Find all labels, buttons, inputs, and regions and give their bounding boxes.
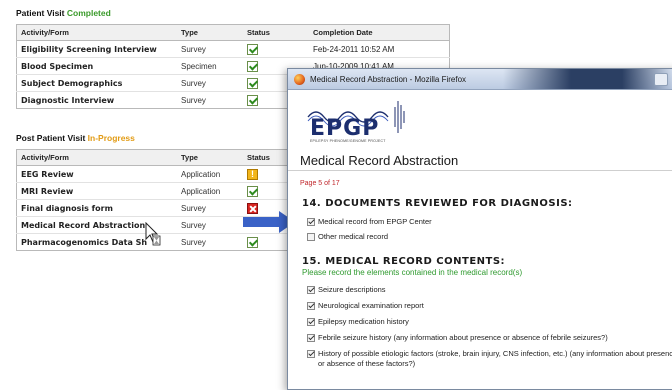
checkbox-label: Febrile seizure history (any information… (318, 333, 608, 342)
status-cell (243, 233, 288, 251)
complete-check-icon (247, 77, 258, 89)
page-title: Medical Record Abstraction (300, 153, 459, 168)
activity-name[interactable]: MRI Review (16, 182, 177, 200)
window-titlebar[interactable]: Medical Record Abstraction - Mozilla Fir… (288, 69, 672, 90)
column-header: Type (177, 24, 243, 41)
status-cell (243, 165, 288, 183)
column-header: Activity/Form (16, 149, 177, 166)
checkbox-option[interactable]: Seizure descriptions (307, 285, 672, 295)
busy-cursor-icon (145, 222, 161, 246)
checkbox-option[interactable]: Medical record from EPGP Center (307, 217, 672, 227)
complete-check-icon (247, 60, 258, 72)
minimize-button[interactable] (654, 73, 668, 86)
activity-name[interactable]: Subject Demographics (16, 74, 177, 92)
column-header: Status (243, 24, 309, 41)
complete-check-icon (247, 94, 258, 106)
checkbox[interactable] (307, 233, 315, 241)
post-patient-visit-title: Post Patient Visit In-Progress (16, 133, 135, 143)
checkbox-option[interactable]: Neurological examination report (307, 301, 672, 311)
activity-type: Application (177, 182, 243, 200)
firefox-icon (294, 73, 305, 85)
activity-type: Survey (177, 233, 243, 251)
checkbox-option[interactable]: Other medical record (307, 232, 672, 242)
checkbox[interactable] (307, 218, 315, 226)
status-cell (243, 40, 309, 58)
table-header-row: Activity/Form Type Status Completion Dat… (16, 24, 450, 41)
logo-subtitle: EPILEPSY PHENOME/GENOME PROJECT (310, 139, 386, 143)
page-indicator: Page 5 of 17 (300, 180, 340, 187)
checkbox-label: Seizure descriptions (318, 285, 386, 294)
checkbox[interactable] (307, 318, 315, 326)
table-header-row: Activity/Form Type Status (16, 149, 288, 166)
checkbox-option[interactable]: Febrile seizure history (any information… (307, 333, 672, 343)
checkbox-label: Neurological examination report (318, 301, 424, 310)
column-header: Type (177, 149, 243, 166)
column-header: Completion Date (309, 24, 450, 41)
logo-wordmark: EPGP (310, 116, 380, 141)
checkbox-label: Medical record from EPGP Center (318, 217, 432, 226)
activity-name[interactable]: EEG Review (16, 165, 177, 183)
firefox-popup-window[interactable]: Medical Record Abstraction - Mozilla Fir… (287, 68, 672, 390)
divider (288, 170, 672, 171)
checkbox-option[interactable]: History of possible etiologic factors (s… (307, 349, 672, 369)
activity-type: Survey (177, 74, 243, 92)
activity-name[interactable]: Blood Specimen (16, 57, 177, 75)
patient-visit-status: Completed (66, 8, 111, 18)
checkbox[interactable] (307, 350, 315, 358)
activity-type: Survey (177, 40, 243, 58)
section-15-subtitle: Please record the elements contained in … (302, 268, 523, 277)
complete-check-icon (247, 185, 258, 197)
patient-visit-title-label: Patient Visit (16, 8, 65, 18)
complete-check-icon (247, 43, 258, 55)
column-header: Activity/Form (16, 24, 177, 41)
checkbox-label: Other medical record (318, 232, 389, 241)
activity-type: Survey (177, 199, 243, 217)
checkbox-label: Epilepsy medication history (318, 317, 409, 326)
table-row[interactable]: MRI Review Application (16, 182, 288, 200)
activity-type: Specimen (177, 57, 243, 75)
titlebar-shade (503, 69, 672, 89)
window-title: Medical Record Abstraction - Mozilla Fir… (310, 74, 467, 84)
activity-name[interactable]: Final diagnosis form (16, 199, 177, 217)
section-14-title: 14. DOCUMENTS REVIEWED FOR DIAGNOSIS: (302, 198, 573, 209)
activity-name[interactable]: Eligibility Screening Interview (16, 40, 177, 58)
status-cell (243, 182, 288, 200)
section-15-title: 15. MEDICAL RECORD CONTENTS: (302, 256, 506, 267)
complete-check-icon (247, 236, 258, 248)
activity-type: Survey (177, 91, 243, 109)
checkbox[interactable] (307, 334, 315, 342)
checkbox[interactable] (307, 286, 315, 294)
post-patient-visit-title-label: Post Patient Visit (16, 133, 86, 143)
column-header: Status (243, 149, 288, 166)
completion-date: Feb-24-2011 10:52 AM (309, 40, 450, 58)
activity-name[interactable]: Diagnostic Interview (16, 91, 177, 109)
activity-type: Survey (177, 216, 243, 234)
checkbox-option[interactable]: Epilepsy medication history (307, 317, 672, 327)
patient-visit-title: Patient Visit Completed (16, 8, 111, 18)
table-row[interactable]: EEG Review Application (16, 165, 288, 183)
checkbox[interactable] (307, 302, 315, 310)
activity-type: Application (177, 165, 243, 183)
table-row[interactable]: Eligibility Screening Interview Survey F… (16, 40, 450, 58)
checkbox-label: History of possible etiologic factors (s… (318, 349, 672, 368)
warning-icon (247, 168, 258, 180)
post-patient-visit-status: In-Progress (87, 133, 135, 143)
